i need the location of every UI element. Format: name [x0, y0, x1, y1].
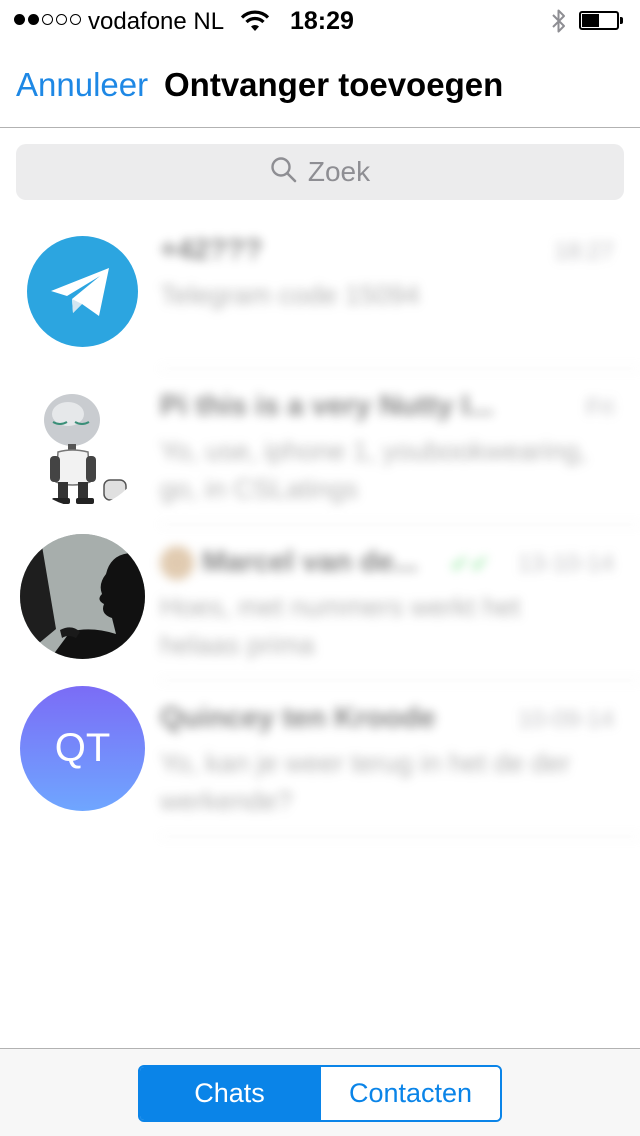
- avatar-initials: QT: [54, 726, 111, 770]
- chat-row[interactable]: QT Quincey ten Kroode 10-09-14 Yo, kan j…: [0, 680, 640, 837]
- chat-row[interactable]: Marcel van de... ✔✔ 13-10-14 Hoes, met n…: [0, 524, 640, 681]
- chat-name: Quincey ten Kroode: [160, 702, 436, 734]
- chat-preview: Yo, use, iphone 1, youbookwearing, go, i…: [160, 436, 587, 504]
- chat-time: 13-10-14: [517, 550, 614, 577]
- battery-icon: [579, 11, 625, 30]
- bottom-bar: Chats Contacten: [0, 1048, 640, 1136]
- bluetooth-icon: [551, 8, 567, 39]
- tab-chats[interactable]: Chats: [140, 1067, 319, 1120]
- chat-row[interactable]: Pi this is a very Nutty I... Fri Yo, use…: [0, 368, 640, 525]
- chat-row-content: Pi this is a very Nutty I... Fri Yo, use…: [160, 368, 640, 525]
- chat-preview: Yo, kan je weer terug in het de der werk…: [160, 748, 571, 816]
- tab-contacts[interactable]: Contacten: [319, 1067, 500, 1120]
- chat-preview: Telegram code 15094: [160, 280, 420, 310]
- sender-mini-avatar: [160, 546, 194, 581]
- segmented-control: Chats Contacten: [138, 1065, 502, 1122]
- chat-preview: Hoes, met nummers werkt het helaas prima: [160, 592, 521, 660]
- chat-name: +42???: [160, 234, 263, 266]
- chat-time: Fri: [586, 394, 614, 421]
- chat-time: 10-09-14: [517, 706, 614, 733]
- read-check-icon: ✔✔: [449, 551, 490, 578]
- search-input[interactable]: Zoek: [16, 144, 624, 200]
- chat-row-content: Marcel van de... ✔✔ 13-10-14 Hoes, met n…: [160, 524, 640, 681]
- signal-strength-icon: [14, 14, 81, 25]
- chat-time: 18:27: [553, 238, 614, 265]
- page-title: Ontvanger toevoegen: [164, 66, 504, 103]
- chat-list: +42??? 18:27 Telegram code 15094 Pi this…: [0, 212, 640, 837]
- chat-row-content: +42??? 18:27 Telegram code 15094: [160, 212, 640, 369]
- cancel-button[interactable]: Annuleer: [16, 66, 148, 104]
- search-icon: [270, 156, 298, 189]
- wifi-icon: [240, 9, 270, 38]
- chat-name: Pi this is a very Nutty I...: [160, 390, 494, 422]
- chat-row-content: Quincey ten Kroode 10-09-14 Yo, kan je w…: [160, 680, 640, 837]
- navigation-bar: Annuleer Ontvanger toevoegen: [0, 40, 640, 128]
- carrier-name: vodafone NL: [88, 8, 225, 35]
- clock: 18:29: [290, 7, 354, 35]
- initials-avatar: QT: [20, 686, 145, 811]
- telegram-logo-avatar: [27, 236, 138, 347]
- search-placeholder: Zoek: [307, 156, 371, 187]
- status-bar: vodafone NL 18:29: [0, 0, 640, 40]
- chat-name: Marcel van de...: [160, 546, 418, 581]
- robot-avatar: [20, 382, 145, 507]
- chat-name-text: Marcel van de...: [202, 546, 418, 578]
- chat-row[interactable]: +42??? 18:27 Telegram code 15094: [0, 212, 640, 369]
- silhouette-photo-avatar: [20, 534, 145, 659]
